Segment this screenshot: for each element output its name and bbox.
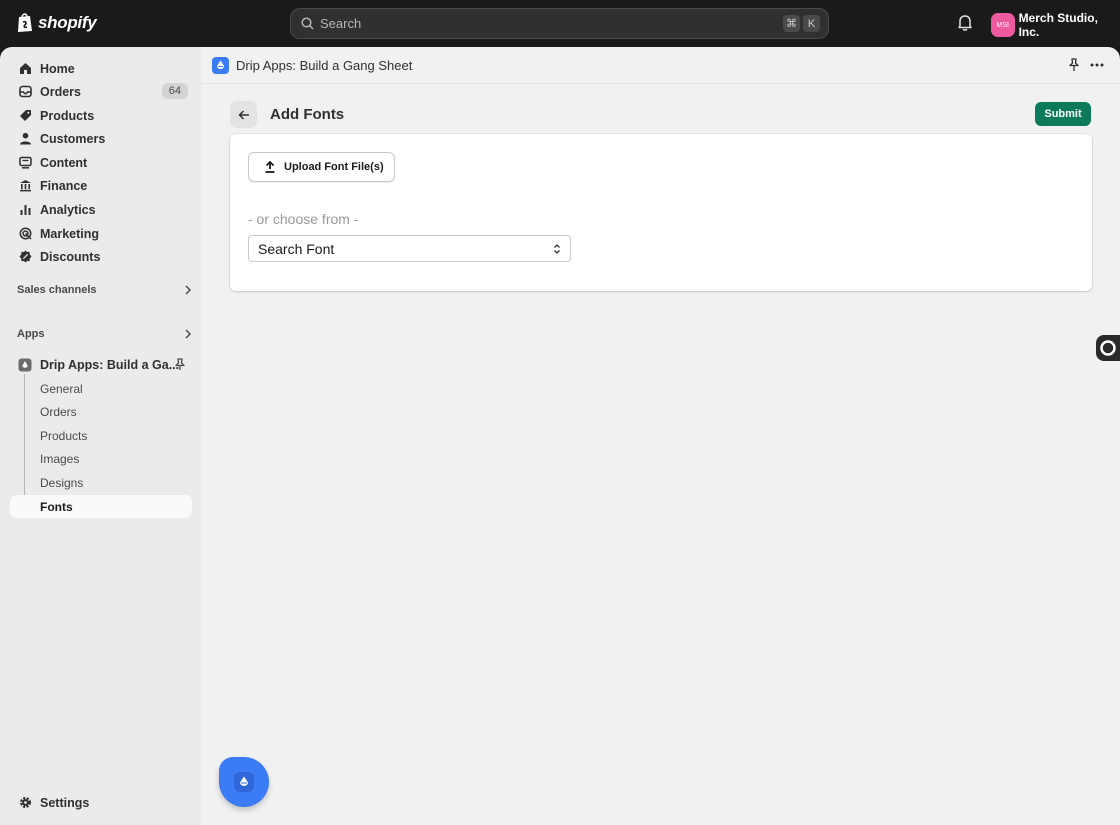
- select-arrows-icon: [554, 243, 560, 254]
- more-actions-icon[interactable]: [1090, 58, 1104, 72]
- top-bar: shopify Search ⌘ K MSI Merch Studio, Inc…: [0, 0, 1120, 47]
- sidebar-item-drip-app[interactable]: Drip Apps: Build a Ga...: [10, 353, 192, 376]
- sidebar-subitem-designs[interactable]: Designs: [10, 471, 192, 494]
- shortcut-cmd-key: ⌘: [783, 15, 800, 32]
- bar-chart-icon: [18, 203, 32, 217]
- drip-app-icon: [18, 358, 32, 372]
- tag-icon: [18, 109, 32, 123]
- sidebar-item-marketing[interactable]: Marketing: [10, 222, 192, 245]
- notifications-button[interactable]: [957, 14, 973, 36]
- app-title: Drip Apps: Build a Gang Sheet: [236, 58, 413, 73]
- store-name: Merch Studio, Inc.: [1018, 11, 1098, 39]
- sidebar-item-finance[interactable]: Finance: [10, 174, 192, 197]
- sidebar-item-label: Marketing: [40, 226, 100, 241]
- pin-icon[interactable]: [1068, 58, 1080, 72]
- chevron-right-icon: [185, 329, 192, 339]
- sales-channels-label: Sales channels: [17, 284, 97, 296]
- sidebar-item-content[interactable]: Content: [10, 151, 192, 174]
- drip-drop-icon: [234, 772, 254, 792]
- sidebar-item-label: Customers: [40, 131, 106, 146]
- avatar: MSI: [991, 13, 1015, 37]
- search-icon: [301, 17, 314, 30]
- subitem-label: General: [40, 381, 83, 396]
- discount-icon: [18, 250, 32, 264]
- upload-font-label: Upload Font File(s): [284, 161, 384, 173]
- page-title: Add Fonts: [270, 106, 345, 123]
- sidebar-item-discounts[interactable]: Discounts: [10, 245, 192, 268]
- bell-icon: [958, 15, 972, 31]
- home-icon: [18, 62, 32, 76]
- content-icon: [18, 156, 32, 170]
- sidebar-item-customers[interactable]: Customers: [10, 127, 192, 150]
- sidebar-item-home[interactable]: Home: [10, 57, 192, 80]
- drip-app-launcher-button[interactable]: [219, 757, 269, 807]
- orders-count-badge: 64: [161, 83, 188, 99]
- sidebar-item-settings[interactable]: Settings: [10, 791, 192, 814]
- sidebar-item-label: Home: [40, 61, 75, 76]
- bank-icon: [18, 179, 32, 193]
- font-select-value: Search Font: [258, 240, 335, 257]
- sidebar-item-label: Drip Apps: Build a Ga...: [40, 357, 180, 372]
- drip-app-icon: [212, 57, 229, 74]
- subitem-label: Designs: [40, 475, 84, 490]
- sidebar-subitem-fonts[interactable]: Fonts: [10, 495, 192, 518]
- ring-icon: [1100, 340, 1116, 356]
- sidebar-item-products[interactable]: Products: [10, 104, 192, 127]
- sales-channels-section[interactable]: Sales channels: [17, 284, 192, 296]
- sidebar-item-label: Analytics: [40, 202, 96, 217]
- sidebar-item-label: Finance: [40, 178, 88, 193]
- gear-icon: [18, 796, 32, 810]
- sidebar-subitem-products[interactable]: Products: [10, 424, 192, 447]
- subitem-label: Images: [40, 451, 80, 466]
- person-icon: [18, 132, 32, 146]
- sidebar-item-label: Products: [40, 108, 95, 123]
- apps-label: Apps: [17, 328, 45, 340]
- sidebar-item-label: Discounts: [40, 249, 101, 264]
- sidebar-item-analytics[interactable]: Analytics: [10, 198, 192, 221]
- sidebar: Home Orders 64 Products Customers Conten…: [0, 47, 202, 825]
- store-menu[interactable]: MSI Merch Studio, Inc.: [991, 11, 1120, 39]
- subitem-label: Products: [40, 428, 88, 443]
- submit-button[interactable]: Submit: [1035, 102, 1091, 126]
- upload-font-button[interactable]: Upload Font File(s): [248, 152, 395, 182]
- shortcut-k-key: K: [803, 15, 820, 32]
- arrow-left-icon: [237, 109, 249, 120]
- target-icon: [18, 227, 32, 241]
- sidebar-item-label: Settings: [40, 795, 90, 810]
- pin-icon[interactable]: [174, 358, 186, 371]
- sidebar-item-orders[interactable]: Orders 64: [10, 80, 192, 103]
- back-button[interactable]: [230, 101, 257, 128]
- shopify-logo[interactable]: shopify: [16, 12, 97, 33]
- brand-name: shopify: [38, 12, 97, 32]
- app-title-bar: Drip Apps: Build a Gang Sheet: [202, 47, 1120, 84]
- main-content: Drip Apps: Build a Gang Sheet Add Fonts …: [202, 47, 1120, 825]
- sidebar-item-label: Orders: [40, 84, 81, 99]
- font-select[interactable]: Search Font: [248, 235, 571, 262]
- subitem-label: Orders: [40, 404, 77, 419]
- add-fonts-card: Upload Font File(s) - or choose from - S…: [230, 134, 1092, 291]
- sidebar-subitem-general[interactable]: General: [10, 377, 192, 400]
- search-placeholder: Search: [320, 16, 362, 31]
- search-input[interactable]: Search ⌘ K: [290, 8, 829, 39]
- sidebar-item-label: Content: [40, 155, 88, 170]
- shopify-bag-icon: [18, 13, 32, 32]
- choose-from-text: - or choose from -: [248, 211, 359, 227]
- chevron-right-icon: [185, 285, 192, 295]
- apps-section[interactable]: Apps: [17, 328, 192, 340]
- upload-icon: [265, 161, 275, 173]
- sidebar-subitem-orders[interactable]: Orders: [10, 400, 192, 423]
- side-widget-toggle[interactable]: [1096, 335, 1120, 361]
- orders-icon: [18, 85, 32, 99]
- sidebar-subitem-images[interactable]: Images: [10, 447, 192, 470]
- subitem-label: Fonts: [40, 499, 73, 514]
